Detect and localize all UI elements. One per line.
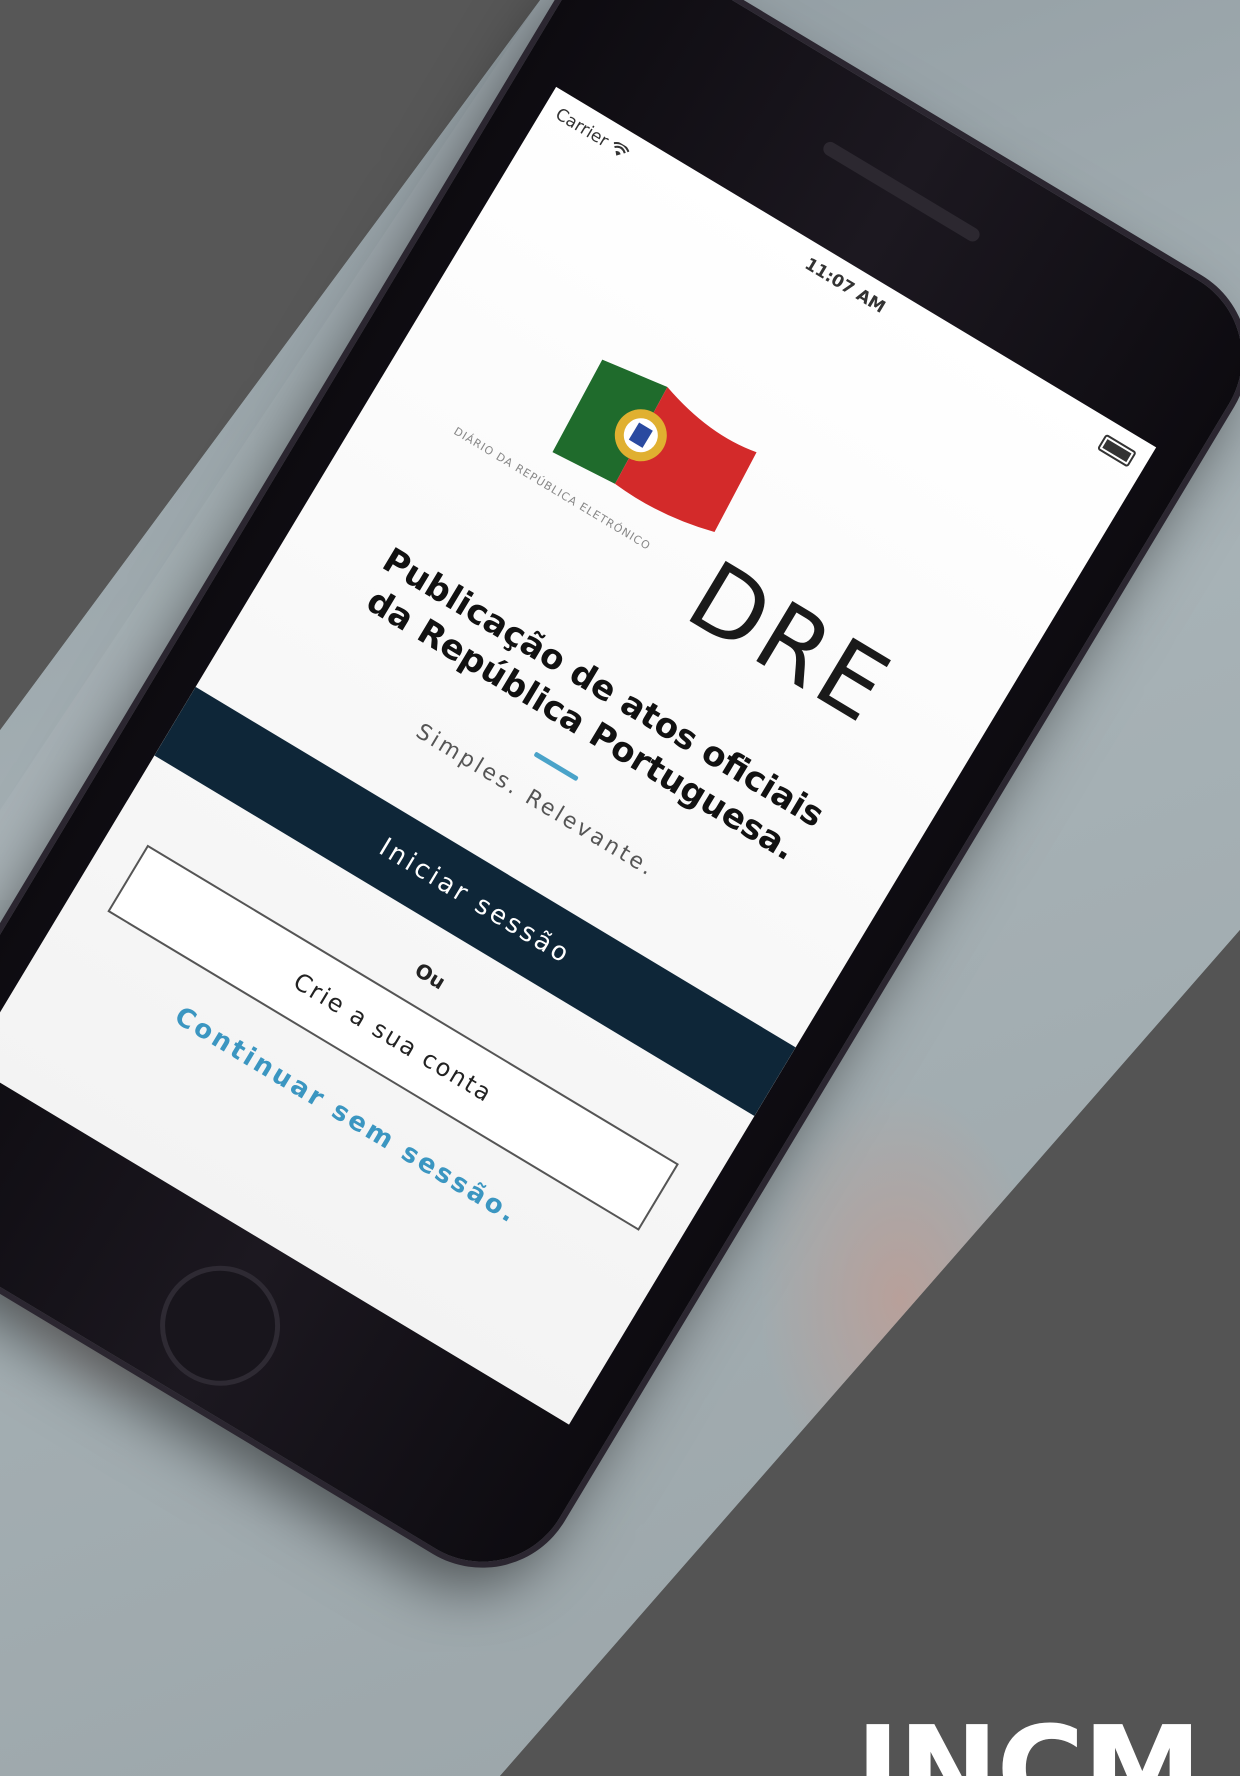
accent-divider [533,751,579,782]
brand-mark: INCM [855,1712,1200,1776]
portugal-flag-icon [552,359,757,533]
brand-logo: INCM [855,1712,1200,1776]
promo-canvas: Carrier 11:07 AM DIÁRIO DA REPÚBLICA ELE… [0,0,1240,1776]
logo-wordmark: DRE [669,539,911,746]
speaker-grille [820,139,983,245]
home-button[interactable] [137,1243,303,1409]
